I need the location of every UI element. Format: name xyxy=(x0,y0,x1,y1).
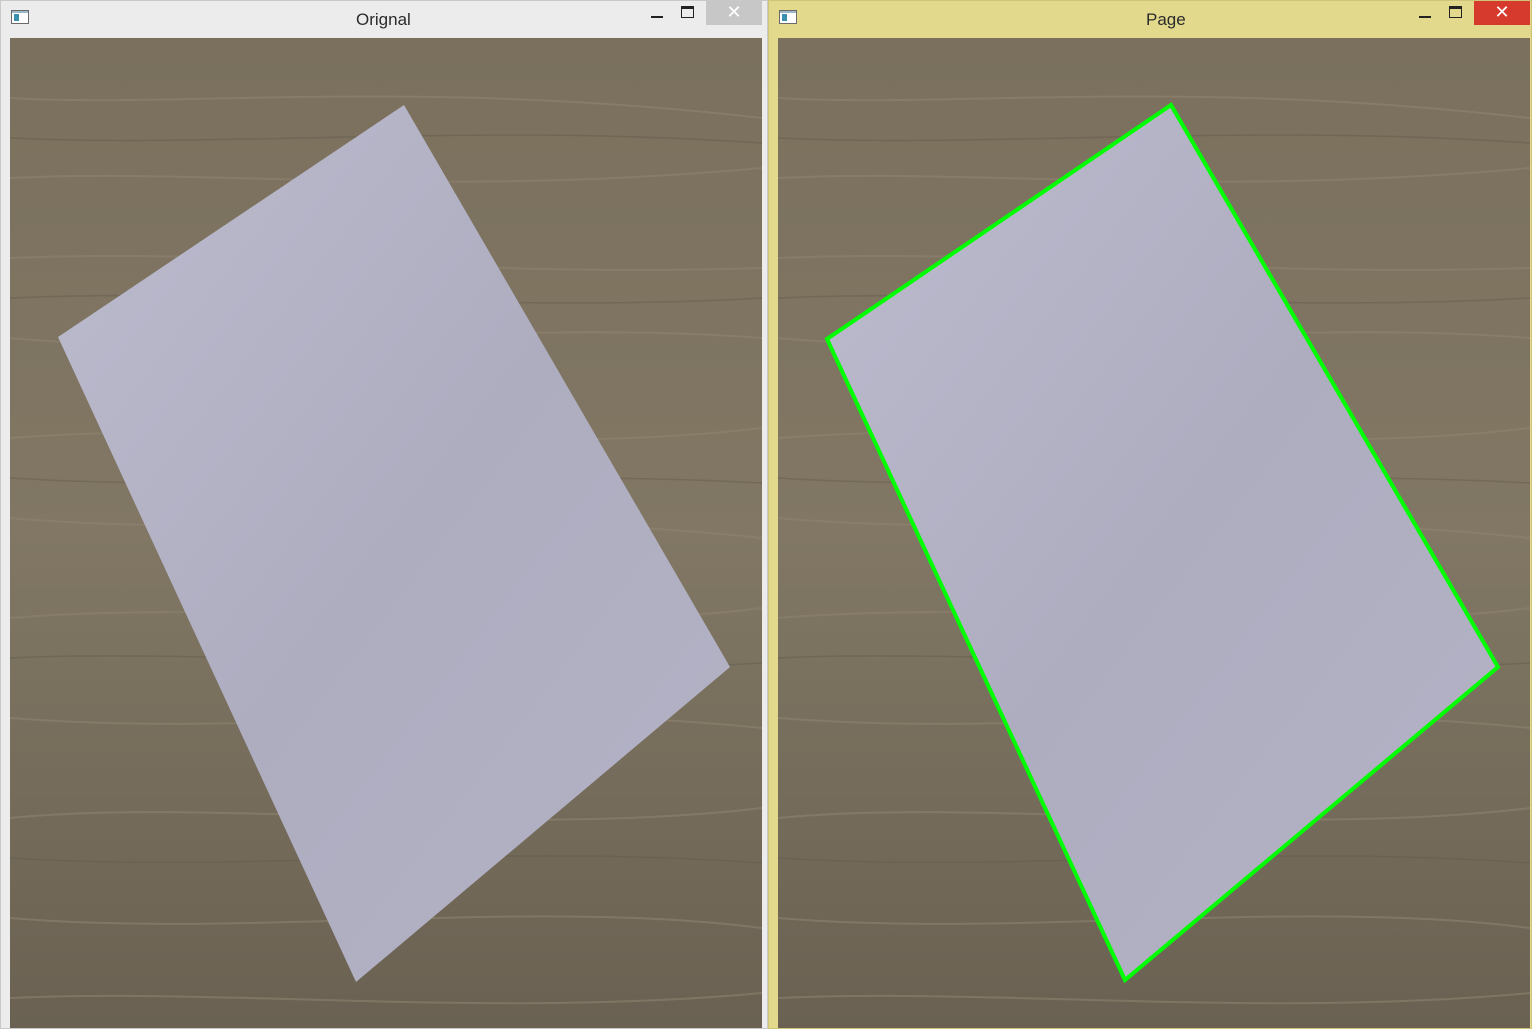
close-button[interactable]: ✕ xyxy=(1474,1,1530,25)
image-viewport xyxy=(10,38,762,1028)
paper-photo xyxy=(10,38,762,1028)
original-window: Orignal ✕ xyxy=(0,0,768,1029)
image-viewport xyxy=(778,38,1530,1028)
maximize-button[interactable] xyxy=(673,1,703,25)
app-window-icon[interactable] xyxy=(11,10,29,24)
close-icon: ✕ xyxy=(1494,2,1510,22)
app-window-icon[interactable] xyxy=(779,10,797,24)
title-bar[interactable]: Page ✕ xyxy=(769,1,1531,38)
page-window: Page ✕ xyxy=(768,0,1532,1029)
page-detection-photo xyxy=(778,38,1530,1028)
minimize-button[interactable] xyxy=(642,1,672,25)
window-title: Orignal xyxy=(356,10,411,29)
close-button[interactable]: ✕ xyxy=(706,1,762,25)
title-bar[interactable]: Orignal ✕ xyxy=(1,1,767,38)
close-icon: ✕ xyxy=(726,2,742,22)
window-title: Page xyxy=(1146,10,1186,29)
maximize-button[interactable] xyxy=(1441,1,1471,25)
minimize-button[interactable] xyxy=(1410,1,1440,25)
